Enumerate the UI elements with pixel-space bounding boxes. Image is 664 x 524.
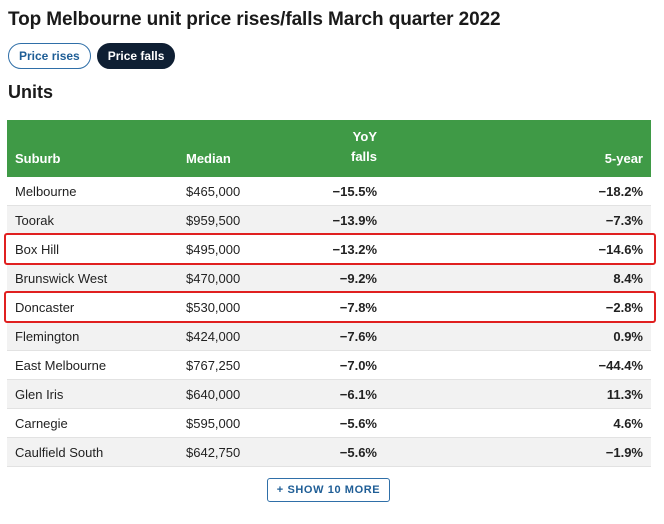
cell-five-year: −1.9%: [605, 445, 643, 460]
cell-five-year: 11.3%: [606, 387, 643, 402]
cell-median: $495,000: [186, 242, 241, 257]
table-row: Toorak $959,500 −13.9% −7.3%: [7, 206, 651, 235]
header-suburb[interactable]: Suburb: [15, 151, 61, 166]
table-row: Doncaster $530,000 −7.8% −2.8%: [7, 293, 651, 322]
table-header: Suburb Median YoY falls 5-year: [7, 120, 651, 177]
cell-five-year: −2.8%: [605, 300, 643, 315]
cell-five-year: −44.4%: [598, 358, 643, 373]
cell-median: $767,250: [186, 358, 241, 373]
cell-yoy: −13.9%: [332, 213, 377, 228]
cell-median: $959,500: [186, 213, 241, 228]
header-median[interactable]: Median: [186, 151, 231, 166]
cell-median: $640,000: [186, 387, 241, 402]
cell-yoy: −6.1%: [339, 387, 377, 402]
header-five-year[interactable]: 5-year: [605, 151, 643, 166]
tab-price-rises[interactable]: Price rises: [8, 43, 91, 69]
cell-five-year: −18.2%: [598, 184, 643, 199]
table-row: Carnegie $595,000 −5.6% 4.6%: [7, 409, 651, 438]
cell-yoy: −7.8%: [339, 300, 377, 315]
cell-yoy: −15.5%: [332, 184, 377, 199]
cell-median: $470,000: [186, 271, 241, 286]
cell-suburb: Caulfield South: [15, 445, 104, 460]
section-title: Units: [8, 82, 53, 102]
price-table: Suburb Median YoY falls 5-year Melbourne…: [7, 120, 651, 467]
cell-suburb: Carnegie: [15, 416, 68, 431]
price-toggle-tabs: Price rises Price falls: [8, 43, 176, 69]
table-row: Glen Iris $640,000 −6.1% 11.3%: [7, 380, 651, 409]
cell-yoy: −7.0%: [339, 358, 377, 373]
table-row: Box Hill $495,000 −13.2% −14.6%: [7, 235, 651, 264]
cell-five-year: −14.6%: [598, 242, 643, 257]
cell-suburb: Brunswick West: [15, 271, 108, 286]
page-title: Top Melbourne unit price rises/falls Mar…: [8, 9, 501, 30]
header-yoy-falls[interactable]: YoY falls: [351, 127, 377, 167]
cell-yoy: −13.2%: [332, 242, 377, 257]
header-yoy-line1: YoY: [352, 129, 377, 144]
cell-suburb: Toorak: [15, 213, 55, 228]
cell-five-year: 0.9%: [613, 329, 643, 344]
cell-yoy: −5.6%: [339, 416, 377, 431]
cell-median: $465,000: [186, 184, 241, 199]
cell-yoy: −7.6%: [339, 329, 377, 344]
show-more-button[interactable]: + SHOW 10 MORE: [267, 478, 390, 502]
cell-five-year: −7.3%: [605, 213, 643, 228]
header-yoy-line2: falls: [350, 149, 377, 164]
cell-yoy: −5.6%: [339, 445, 377, 460]
tab-price-falls[interactable]: Price falls: [96, 43, 176, 69]
cell-median: $530,000: [186, 300, 241, 315]
cell-median: $642,750: [186, 445, 241, 460]
table-row: East Melbourne $767,250 −7.0% −44.4%: [7, 351, 651, 380]
cell-suburb: Box Hill: [15, 242, 60, 257]
cell-suburb: East Melbourne: [15, 358, 107, 373]
table-row: Caulfield South $642,750 −5.6% −1.9%: [7, 438, 651, 467]
cell-suburb: Flemington: [15, 329, 80, 344]
table-row: Flemington $424,000 −7.6% 0.9%: [7, 322, 651, 351]
cell-suburb: Melbourne: [15, 184, 77, 199]
cell-median: $424,000: [186, 329, 241, 344]
table-row: Melbourne $465,000 −15.5% −18.2%: [7, 177, 651, 206]
table-body: Melbourne $465,000 −15.5% −18.2% Toorak $959,…: [7, 177, 651, 467]
cell-suburb: Glen Iris: [15, 387, 64, 402]
cell-five-year: 4.6%: [613, 416, 643, 431]
cell-suburb: Doncaster: [15, 300, 75, 315]
table-row: Brunswick West $470,000 −9.2% 8.4%: [7, 264, 651, 293]
cell-yoy: −9.2%: [339, 271, 377, 286]
cell-median: $595,000: [186, 416, 241, 431]
cell-five-year: 8.4%: [613, 271, 643, 286]
